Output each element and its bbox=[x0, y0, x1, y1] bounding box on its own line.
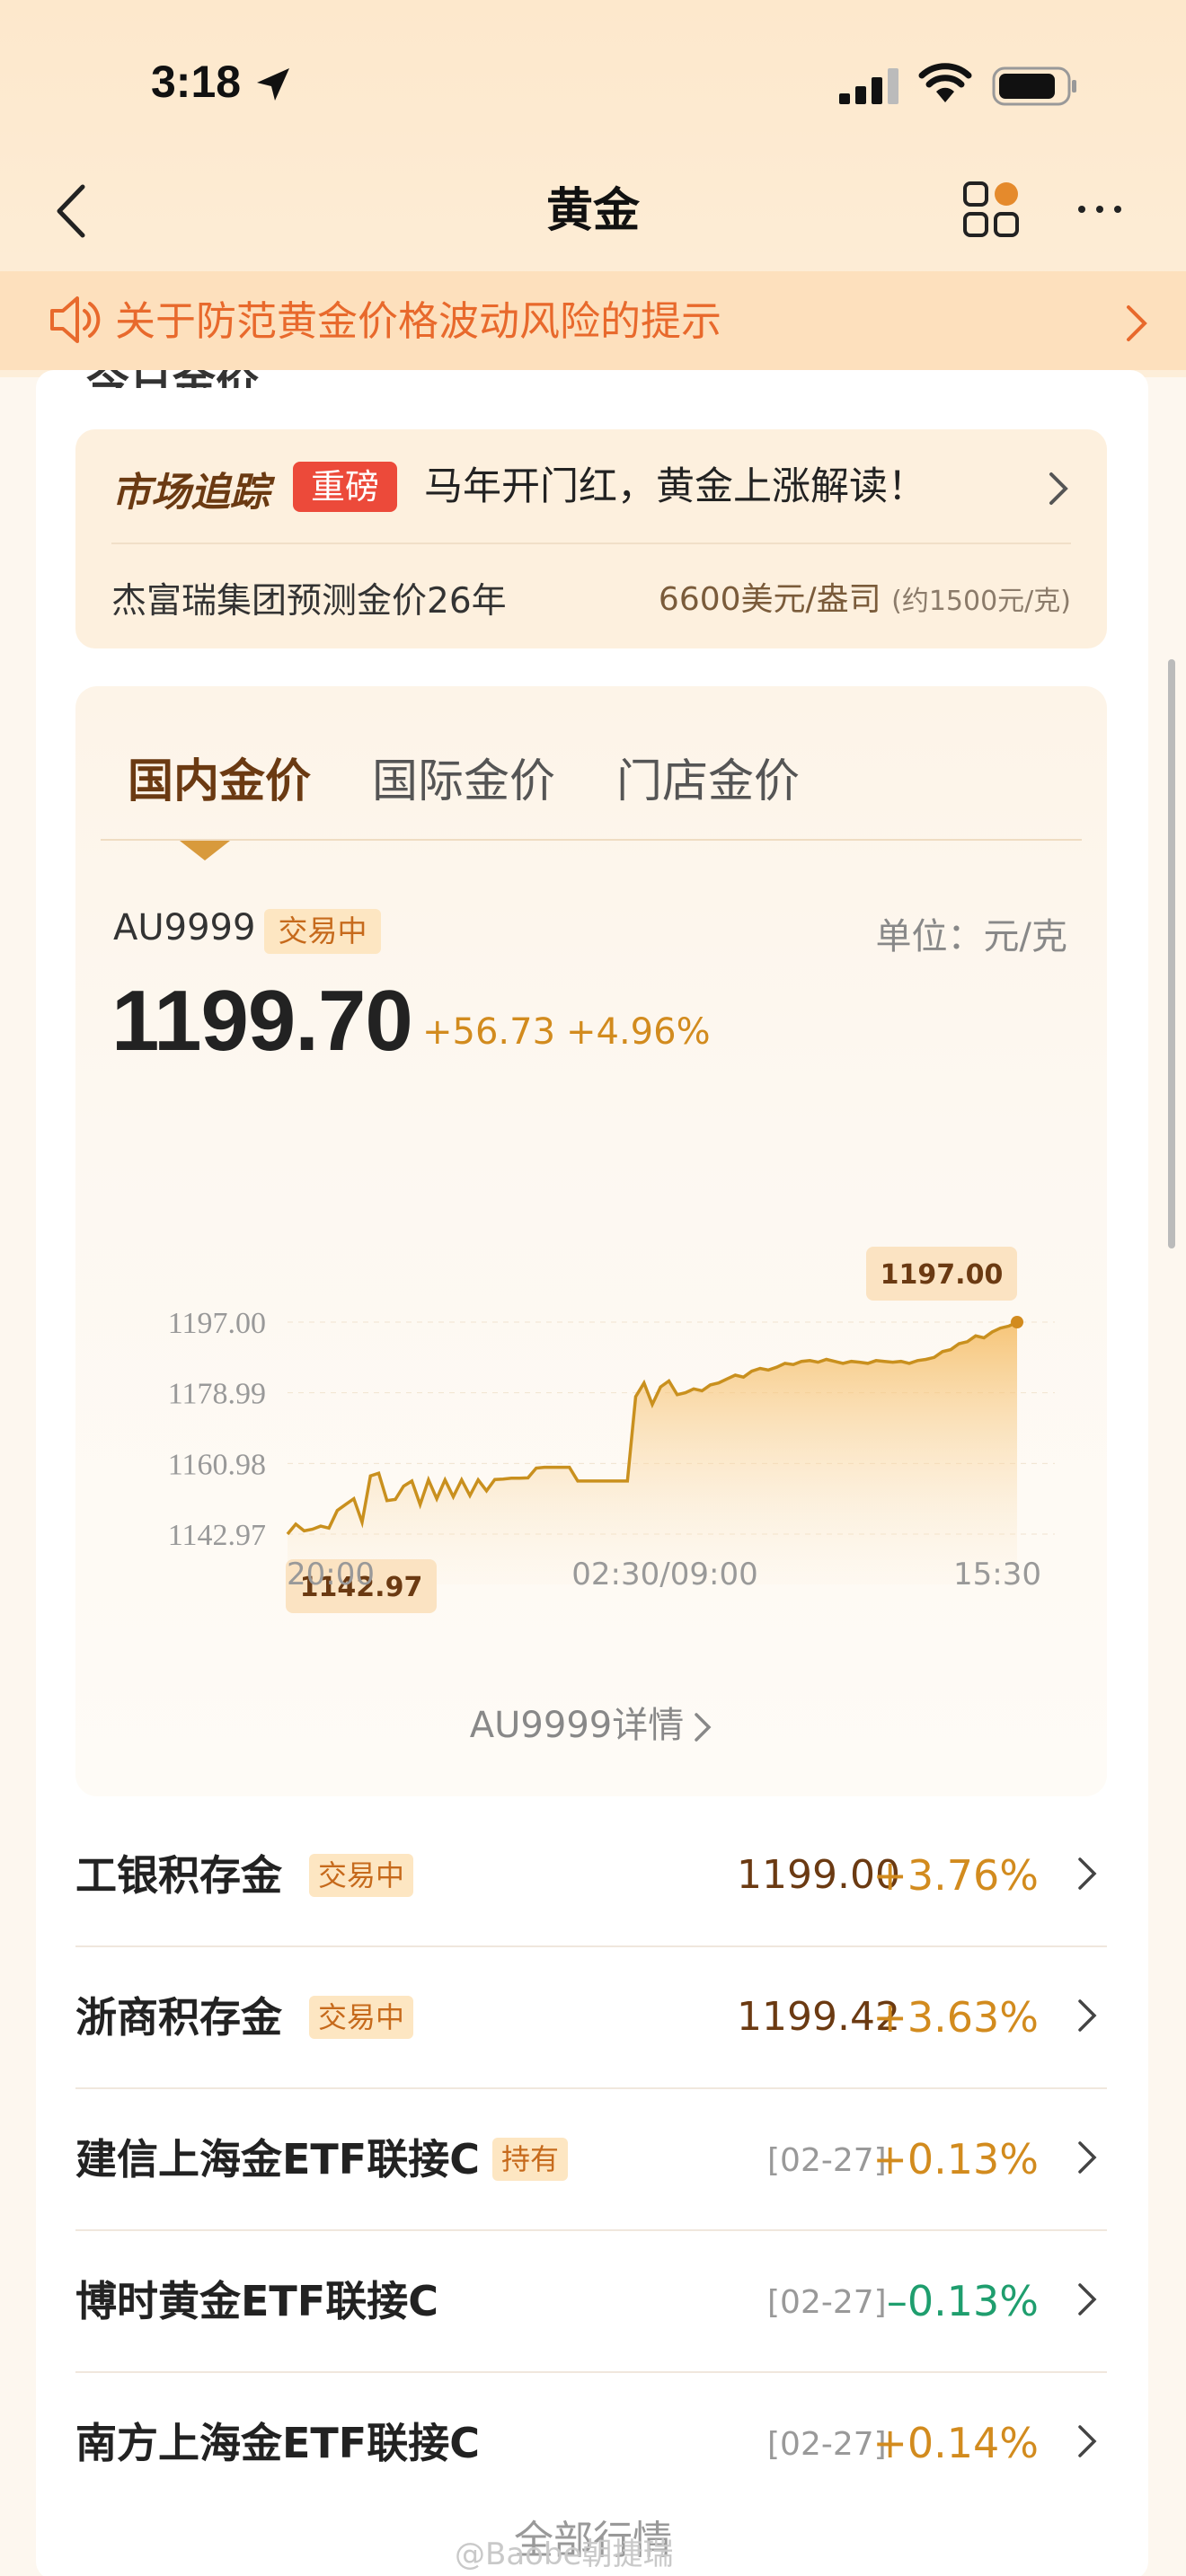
price-change: +56.73 bbox=[422, 1011, 556, 1053]
intraday-price-chart[interactable]: 1197.001178.991160.981142.971197.001142.… bbox=[75, 1063, 1107, 1613]
y-tick-label: 1197.00 bbox=[168, 1307, 266, 1340]
chevron-right-icon bbox=[695, 1713, 712, 1742]
chevron-right-icon bbox=[1078, 2425, 1097, 2457]
y-tick-label: 1160.98 bbox=[168, 1448, 266, 1481]
chevron-right-icon bbox=[1078, 2141, 1097, 2174]
forecast-note: (约1500元/克) bbox=[891, 586, 1071, 617]
chevron-right-icon bbox=[1078, 1999, 1097, 2032]
change-percent: +0.13% bbox=[872, 2135, 1039, 2183]
x-tick-label: 02:30/09:00 bbox=[571, 1557, 757, 1592]
cellular-signal-icon bbox=[839, 68, 898, 104]
chevron-right-icon bbox=[1127, 305, 1147, 341]
active-tab-indicator bbox=[180, 841, 230, 860]
list-item[interactable]: 南方上海金ETF联接C [02-27] +0.14% bbox=[75, 2371, 1107, 2515]
chevron-right-icon bbox=[1078, 2283, 1097, 2316]
more-options-icon[interactable] bbox=[1075, 196, 1125, 223]
status-time: 3:18 bbox=[151, 57, 242, 107]
notice-text: 关于防范黄金价格波动风险的提示 bbox=[115, 297, 722, 345]
tab-domestic-price[interactable]: 国内金价 bbox=[128, 751, 311, 814]
tab-international-price[interactable]: 国际金价 bbox=[372, 751, 555, 814]
product-name: 浙商积存金 bbox=[75, 1993, 282, 2042]
list-item[interactable]: 工银积存金 交易中 1199.00 +3.76% bbox=[75, 1804, 1107, 1947]
forecast-value: 6600美元/盎司 bbox=[658, 581, 881, 618]
location-arrow-icon bbox=[257, 68, 289, 101]
price-unit: 单位：元/克 bbox=[875, 916, 1067, 957]
change-percent: +0.14% bbox=[872, 2419, 1039, 2467]
y-tick-label: 1178.99 bbox=[168, 1378, 266, 1411]
product-name: 南方上海金ETF联接C bbox=[75, 2419, 480, 2467]
change-percent: –0.13% bbox=[886, 2277, 1039, 2325]
instrument-code: AU9999 bbox=[113, 907, 256, 948]
divider bbox=[111, 543, 1071, 544]
status-tag: 持有 bbox=[492, 2138, 569, 2181]
tab-store-price[interactable]: 门店金价 bbox=[616, 751, 800, 814]
product-name: 建信上海金ETF联接C bbox=[75, 2135, 480, 2183]
market-tracker-banner[interactable]: 市场追踪 重磅 马年开门红，黄金上涨解读！ 杰富瑞集团预测金价26年 6600美… bbox=[75, 429, 1107, 648]
watermark: @Baobe朝捷瑞 bbox=[455, 2536, 674, 2572]
chevron-right-icon bbox=[1078, 1857, 1097, 1890]
x-tick-label: 15:30 bbox=[953, 1557, 1041, 1592]
trading-status-badge: 交易中 bbox=[264, 909, 381, 954]
detail-link-label: AU9999详情 bbox=[469, 1705, 685, 1746]
last-price-dot bbox=[1011, 1316, 1023, 1328]
chevron-right-icon bbox=[1049, 472, 1068, 505]
max-price-label: 1197.00 bbox=[866, 1247, 1017, 1301]
change-percent: +3.76% bbox=[872, 1851, 1039, 1900]
current-price: 1199.70 bbox=[111, 973, 413, 1069]
scrollbar[interactable] bbox=[1168, 659, 1175, 1248]
list-item[interactable]: 浙商积存金 交易中 1199.42 +3.63% bbox=[75, 1945, 1107, 2089]
tab-underline bbox=[101, 839, 1082, 841]
status-tag: 交易中 bbox=[309, 1996, 414, 2039]
quote-date: [02-27] bbox=[767, 2142, 887, 2179]
x-tick-label: 20:00 bbox=[287, 1557, 375, 1592]
speaker-icon bbox=[50, 296, 101, 343]
list-item[interactable]: 建信上海金ETF联接C 持有 [02-27] +0.13% bbox=[75, 2087, 1107, 2231]
battery-icon bbox=[992, 66, 1076, 106]
quote-date: [02-27] bbox=[767, 2426, 887, 2463]
tracker-brand: 市场追踪 bbox=[111, 470, 270, 516]
product-name: 博时黄金ETF联接C bbox=[75, 2277, 438, 2325]
tracker-forecast-value: 6600美元/盎司 (约1500元/克) bbox=[659, 573, 1071, 620]
status-bar: 3:18 bbox=[0, 0, 1186, 171]
headline-tag: 重磅 bbox=[293, 462, 397, 512]
price-change-percent: +4.96% bbox=[566, 1011, 711, 1053]
app-grid-icon[interactable] bbox=[961, 180, 1021, 239]
gold-price-panel: 国内金价 国际金价 门店金价 AU9999 交易中 单位：元/克 1199.70… bbox=[75, 686, 1107, 1796]
status-tag: 交易中 bbox=[309, 1854, 414, 1897]
y-tick-label: 1142.97 bbox=[168, 1519, 266, 1552]
risk-notice-banner[interactable]: 关于防范黄金价格波动风险的提示 bbox=[0, 271, 1186, 370]
wifi-icon bbox=[918, 63, 972, 102]
product-name: 工银积存金 bbox=[75, 1851, 282, 1900]
tracker-subline: 杰富瑞集团预测金价26年 bbox=[111, 581, 507, 622]
change-percent: +3.63% bbox=[872, 1993, 1039, 2042]
quote-date: [02-27] bbox=[767, 2284, 887, 2321]
detail-link[interactable]: AU9999详情 bbox=[75, 1696, 1107, 1748]
list-item[interactable]: 博时黄金ETF联接C [02-27] –0.13% bbox=[75, 2229, 1107, 2373]
tracker-headline: 马年开门红，黄金上涨解读！ bbox=[424, 464, 926, 509]
svg-text:1197.00: 1197.00 bbox=[881, 1259, 1004, 1291]
